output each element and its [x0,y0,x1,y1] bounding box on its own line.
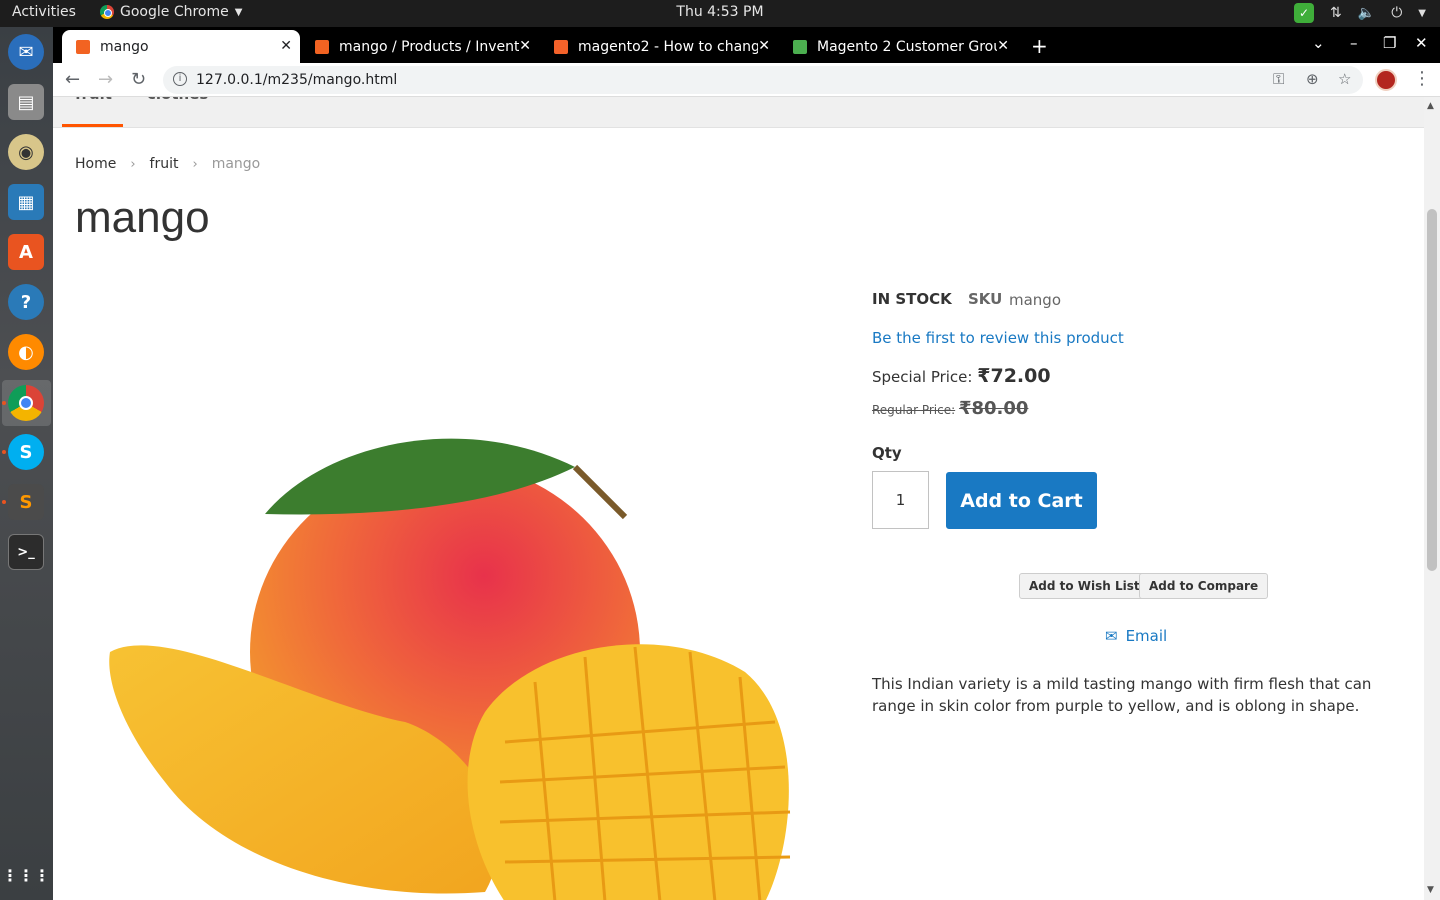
restore-icon[interactable]: ❐ [1383,34,1396,52]
regular-price-label: Regular Price: [872,403,956,417]
zoom-icon[interactable]: ⊕ [1306,70,1319,88]
system-top-bar: Activities Google Chrome ▼ Thu 4:53 PM ✓… [0,0,1440,27]
sublime-text-icon[interactable]: S [8,484,44,520]
scroll-down-icon[interactable]: ▼ [1427,885,1434,895]
qty-label: Qty [872,444,902,462]
breadcrumb-home[interactable]: Home [75,156,116,172]
tab-strip: mango ✕ mango / Products / Invent ✕ mage… [53,27,1440,63]
sku-label: SKU [968,290,1003,308]
qty-input[interactable] [872,471,929,529]
tab-products[interactable]: mango / Products / Invent ✕ [301,30,539,63]
power-icon[interactable]: ⏻ [1391,5,1402,21]
volume-icon[interactable]: 🔈 [1358,5,1375,21]
add-to-wishlist-button[interactable]: Add to Wish List [1019,573,1150,599]
magento-icon [76,39,90,54]
email-label: Email [1125,627,1168,645]
chrome-icon[interactable] [8,385,44,421]
site-info-icon[interactable]: i [173,72,187,86]
page-scrollbar[interactable]: ▲ ▼ [1424,97,1440,900]
rhythmbox-icon[interactable]: ◉ [8,134,44,170]
software-center-icon[interactable]: A [8,234,44,270]
chevron-right-icon: › [192,156,198,172]
nav-item-fruit[interactable]: fruit [75,97,112,103]
add-to-compare-button[interactable]: Add to Compare [1139,573,1269,599]
tab-label: magento2 - How to chang [578,38,758,55]
software-update-icon[interactable]: ✓ [1294,3,1315,23]
running-indicator [2,500,6,504]
close-window-icon[interactable]: ✕ [1415,34,1428,52]
skype-icon[interactable]: S [8,434,44,470]
email-link[interactable]: ✉ Email [1105,627,1167,645]
breadcrumb-current: mango [211,156,261,172]
url-text: 127.0.0.1/m235/mango.html [196,72,398,88]
browser-toolbar: ← → ↻ i 127.0.0.1/m235/mango.html ⚿ ⊕ ☆ … [53,63,1440,97]
firefox-icon[interactable]: ◐ [8,334,44,370]
category-nav: fruit clothes [53,97,1424,128]
activities-button[interactable]: Activities [12,4,76,20]
sku-value: mango [1009,291,1062,309]
tab-search-icon[interactable]: ⌄ [1312,34,1325,52]
terminal-icon[interactable]: >_ [8,534,44,570]
breadcrumb: Home › fruit › mango [75,156,260,172]
new-tab-icon[interactable]: + [1031,34,1048,58]
app-menu[interactable]: Google Chrome ▼ [100,4,242,20]
close-tab-icon[interactable]: ✕ [280,38,292,54]
page-title: mango [75,193,210,242]
thunderbird-icon[interactable]: ✉ [8,34,44,70]
menu-icon[interactable]: ⋮ [1413,68,1431,89]
tab-customer-group[interactable]: Magento 2 Customer Grou ✕ [779,30,1017,63]
running-indicator [2,401,6,405]
magento-icon [315,39,329,54]
running-indicator [2,450,6,454]
key-icon[interactable]: ⚿ [1273,70,1284,88]
reload-icon[interactable]: ↻ [131,69,146,90]
close-tab-icon[interactable]: ✕ [758,38,770,54]
regular-price-amount: ₹80.00 [958,398,1029,419]
minimize-icon[interactable]: – [1350,34,1358,52]
envelope-icon: ✉ [1105,627,1118,645]
app-menu-label: Google Chrome [120,4,229,20]
chevron-down-icon[interactable]: ▼ [1418,8,1426,19]
tab-mango[interactable]: mango ✕ [62,30,300,63]
extension-icon [793,39,807,54]
tab-label: mango [100,38,149,55]
scrollbar-thumb[interactable] [1427,209,1437,571]
system-tray[interactable]: ✓ ⇅ 🔈 ⏻ ▼ [1294,3,1426,23]
profile-avatar[interactable] [1375,69,1397,91]
magento-stackexchange-icon [554,39,568,54]
libreoffice-writer-icon[interactable]: ▦ [8,184,44,220]
special-price: Special Price: ₹72.00 [872,365,1051,387]
forward-icon[interactable]: → [98,69,113,90]
chrome-icon [100,5,114,19]
active-nav-underline [62,124,123,127]
product-image[interactable] [105,422,795,900]
dock: ✉ ▤ ◉ ▦ A ? ◐ S S >_ ⋮⋮⋮ [0,27,53,900]
tab-label: mango / Products / Invent [339,38,519,55]
address-bar[interactable]: i 127.0.0.1/m235/mango.html ⚿ ⊕ ☆ [163,66,1363,94]
tab-stackexchange[interactable]: magento2 - How to chang ✕ [540,30,778,63]
show-applications-icon[interactable]: ⋮⋮⋮ [2,857,50,893]
product-description: This Indian variety is a mild tasting ma… [872,675,1372,715]
close-tab-icon[interactable]: ✕ [519,38,531,54]
chevron-right-icon: › [130,156,136,172]
special-price-amount: ₹72.00 [977,365,1051,387]
tab-label: Magento 2 Customer Grou [817,38,997,55]
chevron-down-icon: ▼ [234,6,243,18]
files-icon[interactable]: ▤ [8,84,44,120]
close-tab-icon[interactable]: ✕ [997,38,1009,54]
scroll-up-icon[interactable]: ▲ [1427,101,1434,111]
nav-item-clothes[interactable]: clothes [147,97,208,103]
back-icon[interactable]: ← [65,69,80,90]
review-link[interactable]: Be the first to review this product [872,329,1124,347]
bookmark-star-icon[interactable]: ☆ [1338,70,1351,88]
help-icon[interactable]: ? [8,284,44,320]
network-icon[interactable]: ⇅ [1330,5,1342,21]
regular-price: Regular Price: ₹80.00 [872,398,1028,419]
breadcrumb-category[interactable]: fruit [150,156,179,172]
web-page: fruit clothes Home › fruit › mango mango [53,97,1424,900]
add-to-cart-button[interactable]: Add to Cart [946,472,1097,529]
special-price-label: Special Price: [872,368,973,386]
stock-status: IN STOCK [872,290,952,308]
